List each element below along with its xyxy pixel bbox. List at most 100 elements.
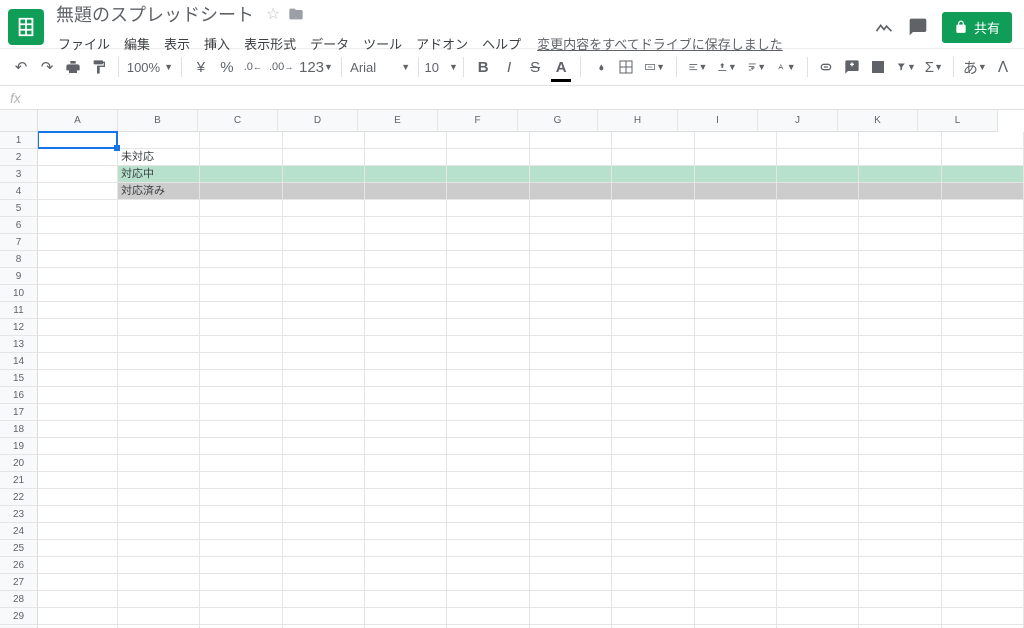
cell-G11[interactable] bbox=[530, 302, 612, 319]
cell-E7[interactable] bbox=[365, 234, 447, 251]
cell-C16[interactable] bbox=[200, 387, 282, 404]
cell-I3[interactable] bbox=[695, 166, 777, 183]
menu-help[interactable]: ヘルプ bbox=[476, 31, 527, 56]
cell-G15[interactable] bbox=[530, 370, 612, 387]
cell-F25[interactable] bbox=[447, 540, 529, 557]
functions-button[interactable]: Σ▼ bbox=[923, 54, 945, 80]
cell-G19[interactable] bbox=[530, 438, 612, 455]
cell-D1[interactable] bbox=[283, 132, 365, 149]
cell-D13[interactable] bbox=[283, 336, 365, 353]
cell-I17[interactable] bbox=[695, 404, 777, 421]
cell-E2[interactable] bbox=[365, 149, 447, 166]
menu-file[interactable]: ファイル bbox=[52, 31, 116, 56]
cell-G6[interactable] bbox=[530, 217, 612, 234]
cell-E10[interactable] bbox=[365, 285, 447, 302]
cell-H4[interactable] bbox=[612, 183, 694, 200]
row-header-22[interactable]: 22 bbox=[0, 489, 38, 506]
cell-J11[interactable] bbox=[777, 302, 859, 319]
cell-E29[interactable] bbox=[365, 608, 447, 625]
cell-L14[interactable] bbox=[942, 353, 1024, 370]
row-header-5[interactable]: 5 bbox=[0, 200, 38, 217]
cell-I18[interactable] bbox=[695, 421, 777, 438]
cell-F19[interactable] bbox=[447, 438, 529, 455]
cell-C22[interactable] bbox=[200, 489, 282, 506]
cell-D10[interactable] bbox=[283, 285, 365, 302]
decrease-decimal-button[interactable]: .0← bbox=[242, 54, 264, 80]
cell-F22[interactable] bbox=[447, 489, 529, 506]
cell-D25[interactable] bbox=[283, 540, 365, 557]
cell-C13[interactable] bbox=[200, 336, 282, 353]
cell-I27[interactable] bbox=[695, 574, 777, 591]
cell-E13[interactable] bbox=[365, 336, 447, 353]
cell-E12[interactable] bbox=[365, 319, 447, 336]
cell-K18[interactable] bbox=[859, 421, 941, 438]
cell-G29[interactable] bbox=[530, 608, 612, 625]
cell-I13[interactable] bbox=[695, 336, 777, 353]
comment-icon[interactable] bbox=[908, 17, 928, 37]
cell-C28[interactable] bbox=[200, 591, 282, 608]
cell-F14[interactable] bbox=[447, 353, 529, 370]
cell-C26[interactable] bbox=[200, 557, 282, 574]
column-header-D[interactable]: D bbox=[278, 110, 358, 132]
cell-F12[interactable] bbox=[447, 319, 529, 336]
cell-L3[interactable] bbox=[942, 166, 1024, 183]
cell-H3[interactable] bbox=[612, 166, 694, 183]
cell-J7[interactable] bbox=[777, 234, 859, 251]
cell-E24[interactable] bbox=[365, 523, 447, 540]
cell-D29[interactable] bbox=[283, 608, 365, 625]
column-header-L[interactable]: L bbox=[918, 110, 998, 132]
cell-L17[interactable] bbox=[942, 404, 1024, 421]
cell-I1[interactable] bbox=[695, 132, 777, 149]
v-align-button[interactable]: ▼ bbox=[714, 54, 739, 80]
cell-C17[interactable] bbox=[200, 404, 282, 421]
cell-B22[interactable] bbox=[118, 489, 200, 506]
cell-H5[interactable] bbox=[612, 200, 694, 217]
cell-L25[interactable] bbox=[942, 540, 1024, 557]
cell-B14[interactable] bbox=[118, 353, 200, 370]
cell-J4[interactable] bbox=[777, 183, 859, 200]
cell-C23[interactable] bbox=[200, 506, 282, 523]
cell-J28[interactable] bbox=[777, 591, 859, 608]
cell-B4[interactable]: 対応済み bbox=[118, 183, 200, 200]
cell-A28[interactable] bbox=[38, 591, 118, 608]
cell-A3[interactable] bbox=[38, 166, 118, 183]
cell-J22[interactable] bbox=[777, 489, 859, 506]
cell-G14[interactable] bbox=[530, 353, 612, 370]
cell-L4[interactable] bbox=[942, 183, 1024, 200]
cell-K12[interactable] bbox=[859, 319, 941, 336]
cell-B3[interactable]: 対応中 bbox=[118, 166, 200, 183]
cell-D8[interactable] bbox=[283, 251, 365, 268]
cell-I26[interactable] bbox=[695, 557, 777, 574]
cell-J2[interactable] bbox=[777, 149, 859, 166]
cell-A11[interactable] bbox=[38, 302, 118, 319]
cell-F28[interactable] bbox=[447, 591, 529, 608]
cell-J29[interactable] bbox=[777, 608, 859, 625]
row-header-7[interactable]: 7 bbox=[0, 234, 38, 251]
cell-L16[interactable] bbox=[942, 387, 1024, 404]
cell-B7[interactable] bbox=[118, 234, 200, 251]
cell-H8[interactable] bbox=[612, 251, 694, 268]
cell-A19[interactable] bbox=[38, 438, 118, 455]
cell-B25[interactable] bbox=[118, 540, 200, 557]
cell-A8[interactable] bbox=[38, 251, 118, 268]
cell-H1[interactable] bbox=[612, 132, 694, 149]
cell-E6[interactable] bbox=[365, 217, 447, 234]
cell-H13[interactable] bbox=[612, 336, 694, 353]
borders-button[interactable] bbox=[615, 54, 637, 80]
cell-K27[interactable] bbox=[859, 574, 941, 591]
cell-C10[interactable] bbox=[200, 285, 282, 302]
cell-K21[interactable] bbox=[859, 472, 941, 489]
cell-J6[interactable] bbox=[777, 217, 859, 234]
cell-G4[interactable] bbox=[530, 183, 612, 200]
cell-G1[interactable] bbox=[530, 132, 612, 149]
cell-E8[interactable] bbox=[365, 251, 447, 268]
cell-J3[interactable] bbox=[777, 166, 859, 183]
cell-D24[interactable] bbox=[283, 523, 365, 540]
cell-A12[interactable] bbox=[38, 319, 118, 336]
cell-C9[interactable] bbox=[200, 268, 282, 285]
cell-I22[interactable] bbox=[695, 489, 777, 506]
cell-E5[interactable] bbox=[365, 200, 447, 217]
cell-L18[interactable] bbox=[942, 421, 1024, 438]
cell-C1[interactable] bbox=[200, 132, 282, 149]
cell-F5[interactable] bbox=[447, 200, 529, 217]
